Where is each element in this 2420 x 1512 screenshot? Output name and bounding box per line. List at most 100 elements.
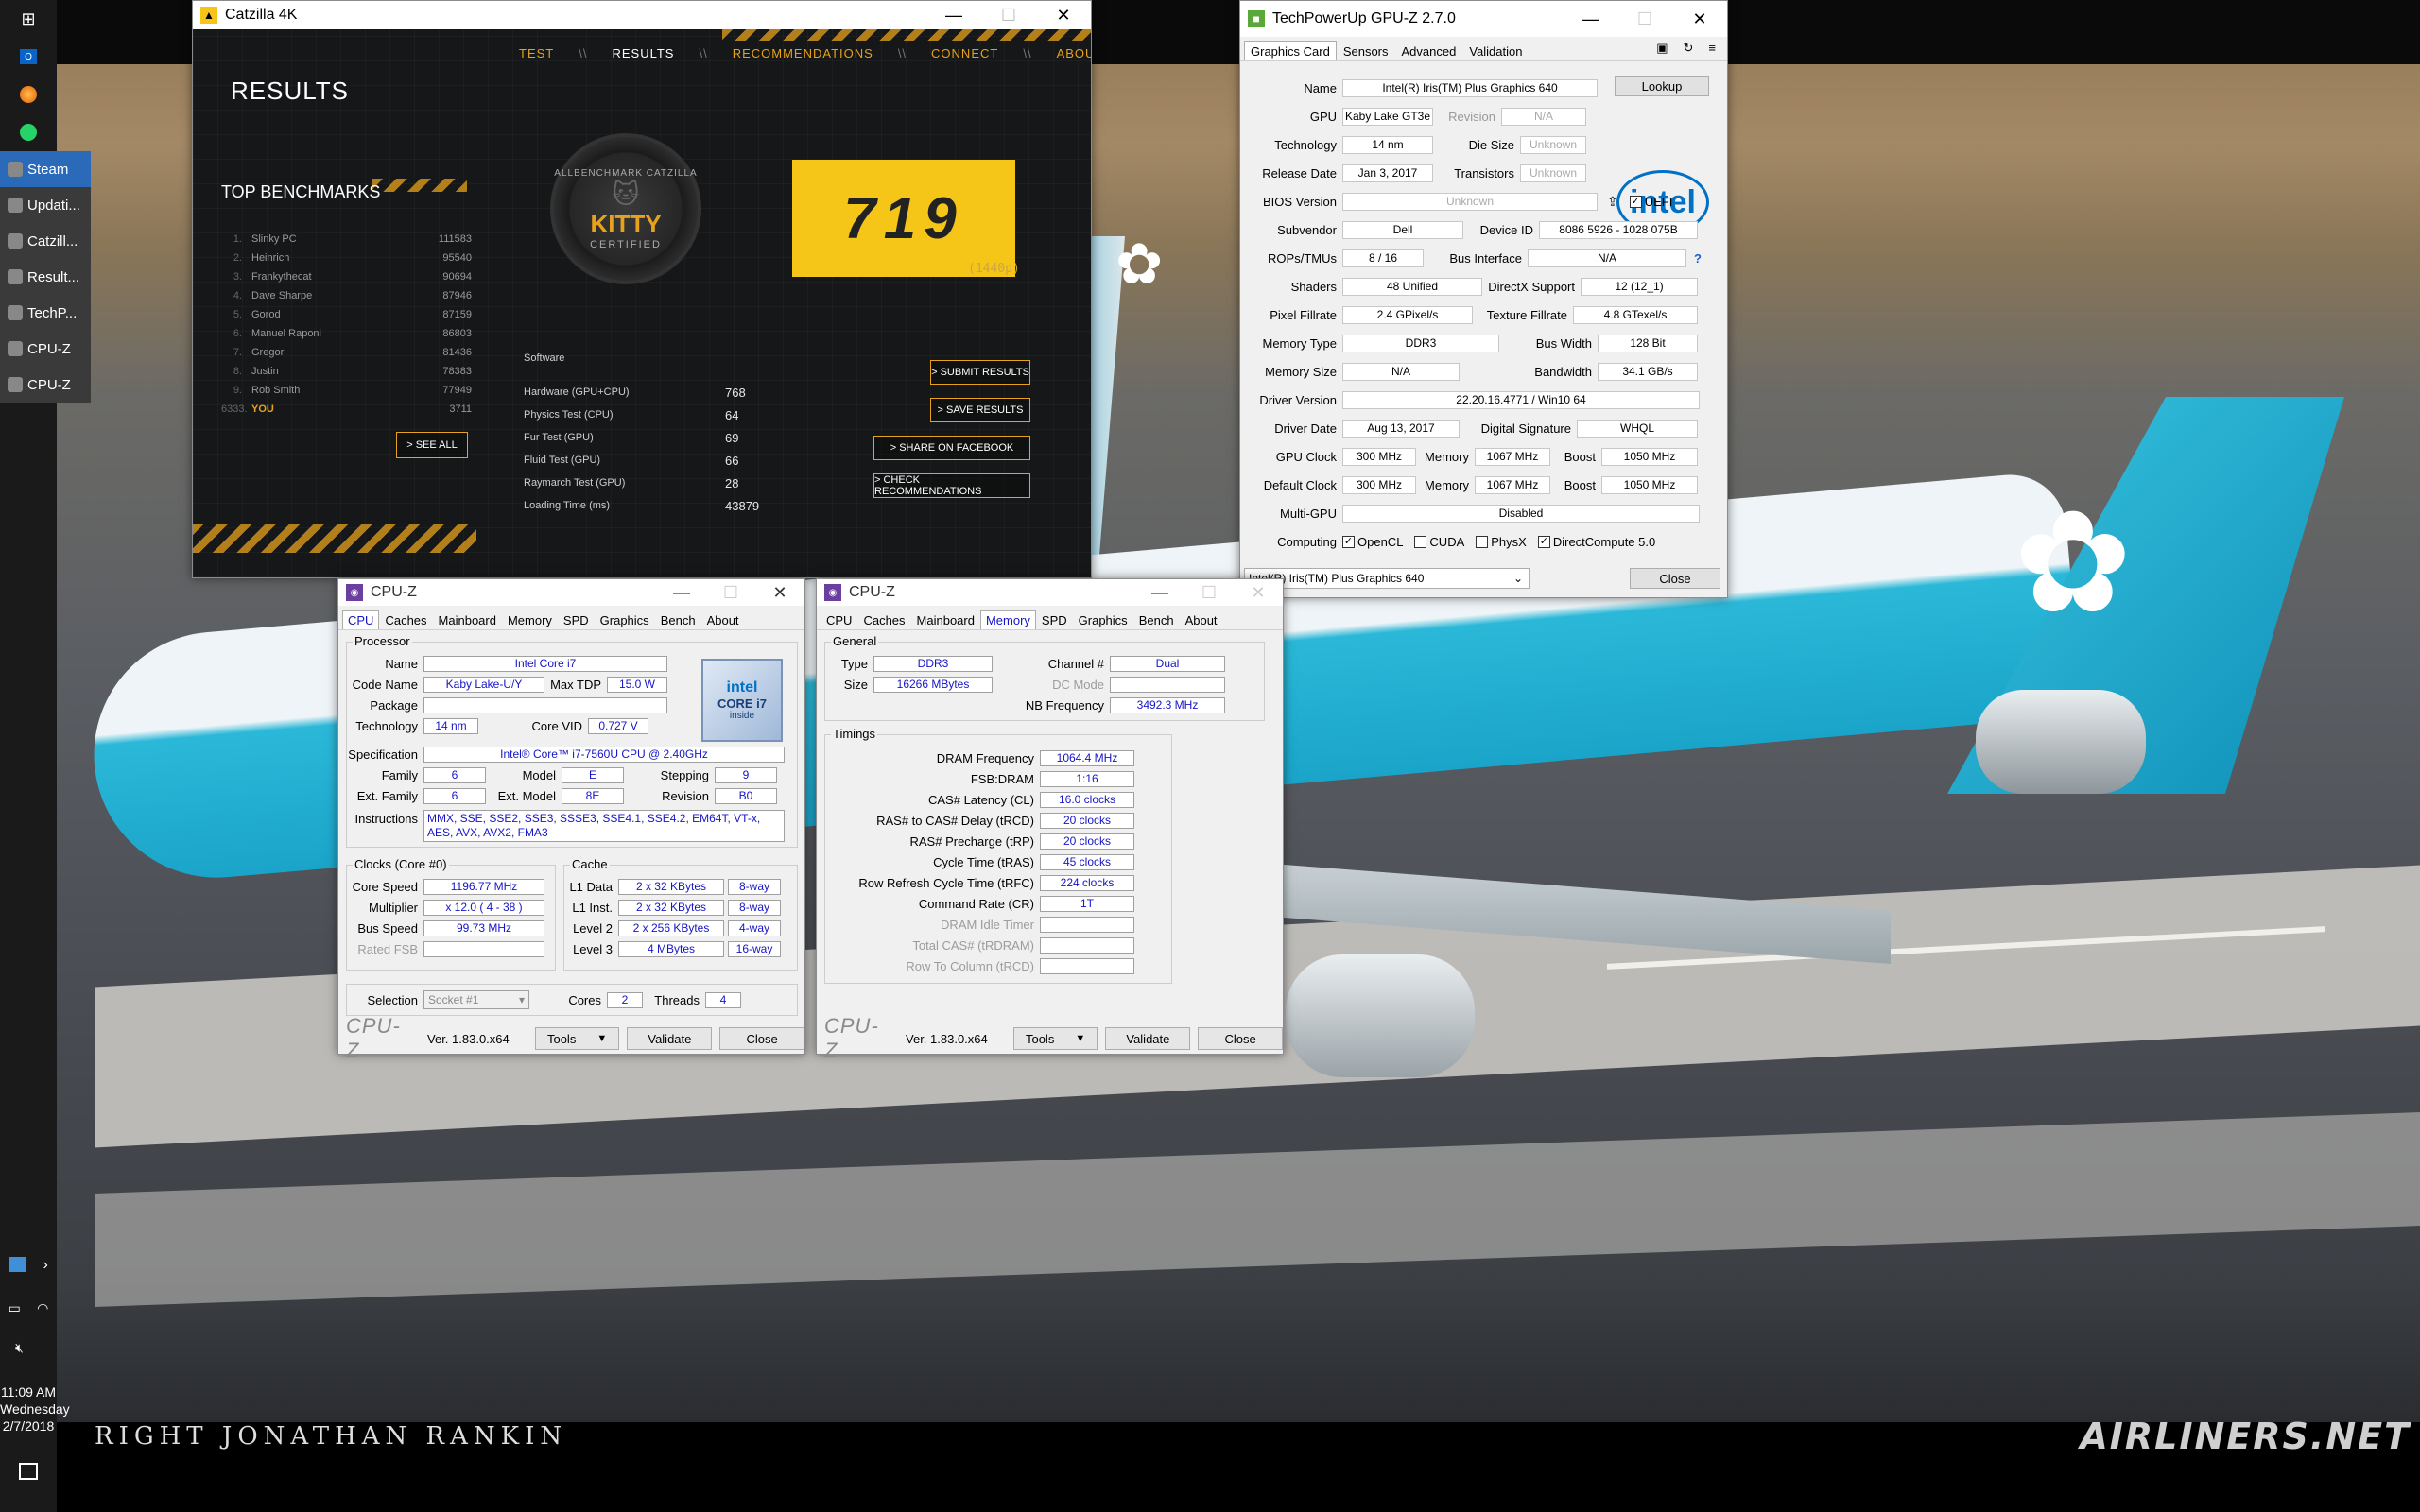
share-facebook-button[interactable]: > SHARE ON FACEBOOK bbox=[873, 436, 1030, 460]
tab-advanced[interactable]: Advanced bbox=[1395, 41, 1463, 60]
compute-checkbox: ✓ bbox=[1537, 535, 1550, 548]
benchmark-score: 87159 bbox=[442, 309, 472, 320]
start-button[interactable]: ⊞ bbox=[0, 0, 57, 38]
default-memory-clock-label: Memory bbox=[1425, 477, 1469, 492]
gpuz-close-button[interactable]: Close bbox=[1630, 568, 1720, 589]
volume-mute-icon[interactable]: 🔇︎ bbox=[15, 1340, 24, 1356]
minimize-icon[interactable]: — bbox=[657, 579, 706, 606]
catzilla-titlebar[interactable]: ▲ Catzilla 4K — ☐ ✕ bbox=[193, 1, 1091, 29]
taskbar-app[interactable]: TechP... bbox=[0, 295, 91, 331]
tab-spd[interactable]: SPD bbox=[558, 610, 595, 629]
tab-sensors[interactable]: Sensors bbox=[1337, 41, 1395, 60]
tab-spd[interactable]: SPD bbox=[1036, 610, 1073, 629]
lookup-button[interactable]: Lookup bbox=[1615, 76, 1709, 96]
close-icon[interactable]: ✕ bbox=[1036, 1, 1091, 29]
wifi-icon[interactable]: ◠ bbox=[37, 1300, 48, 1316]
ext-model-value: 8E bbox=[562, 787, 624, 804]
cpuz-memory-window: ◉ CPU-Z — ☐ ✕ CPU Caches Mainboard Memory SPD G… bbox=[816, 578, 1284, 1062]
whatsapp-pin[interactable] bbox=[0, 113, 57, 151]
tab-caches[interactable]: Caches bbox=[857, 610, 910, 629]
tab-memory[interactable]: Memory bbox=[502, 610, 558, 629]
maximize-icon[interactable]: ☐ bbox=[1617, 1, 1672, 37]
compute-option[interactable]: CUDA bbox=[1414, 535, 1464, 549]
tab-caches[interactable]: Caches bbox=[379, 610, 432, 629]
see-all-button[interactable]: > SEE ALL bbox=[396, 432, 468, 458]
taskbar-app[interactable]: CPU-Z bbox=[0, 367, 91, 403]
battery-icon[interactable]: ▭ bbox=[9, 1300, 21, 1316]
maximize-icon[interactable]: ☐ bbox=[706, 579, 755, 606]
submit-results-button[interactable]: > SUBMIT RESULTS bbox=[930, 360, 1030, 385]
compute-label: OpenCL bbox=[1357, 534, 1404, 549]
tab-graphics[interactable]: Graphics bbox=[595, 610, 655, 629]
close-icon[interactable]: ✕ bbox=[755, 579, 804, 606]
maximize-icon[interactable]: ☐ bbox=[981, 1, 1036, 29]
network-status-icon[interactable] bbox=[9, 1257, 26, 1272]
tools-button[interactable]: Tools ▼ bbox=[534, 1027, 620, 1050]
tab-memory[interactable]: Memory bbox=[979, 610, 1036, 629]
validate-button[interactable]: Validate bbox=[1105, 1027, 1191, 1050]
check-recommendations-button[interactable]: > CHECK RECOMMENDATIONS bbox=[873, 473, 1030, 498]
taskbar-app[interactable]: Steam bbox=[0, 151, 91, 187]
refresh-icon[interactable]: ↻ bbox=[1684, 41, 1694, 60]
save-results-button[interactable]: > SAVE RESULTS bbox=[930, 398, 1030, 422]
tab-mainboard[interactable]: Mainboard bbox=[911, 610, 980, 629]
cpuz-titlebar[interactable]: ◉ CPU-Z — ☐ ✕ bbox=[338, 579, 804, 606]
tab-validation[interactable]: Validation bbox=[1462, 41, 1529, 60]
tab-bench[interactable]: Bench bbox=[1133, 610, 1180, 629]
action-center-icon[interactable] bbox=[19, 1463, 38, 1480]
close-icon[interactable]: ✕ bbox=[1672, 1, 1727, 37]
nav-connect[interactable]: CONNECT bbox=[931, 46, 998, 60]
firefox-pin[interactable] bbox=[0, 76, 57, 113]
minimize-icon[interactable]: — bbox=[1135, 579, 1184, 606]
tab-graphics[interactable]: Graphics bbox=[1073, 610, 1133, 629]
chevron-down-icon: ▼ bbox=[1075, 1033, 1086, 1044]
close-button[interactable]: Close bbox=[719, 1027, 805, 1050]
tab-mainboard[interactable]: Mainboard bbox=[433, 610, 502, 629]
tab-about[interactable]: About bbox=[701, 610, 745, 629]
taskbar-app[interactable]: CPU-Z bbox=[0, 331, 91, 367]
nav-recommendations[interactable]: RECOMMENDATIONS bbox=[733, 46, 873, 60]
tab-cpu[interactable]: CPU bbox=[342, 610, 380, 629]
bus-help-icon[interactable]: ? bbox=[1694, 251, 1702, 266]
socket-select[interactable]: Socket #1 ▾ bbox=[424, 990, 529, 1009]
close-icon[interactable]: ✕ bbox=[1234, 579, 1283, 606]
camera-icon[interactable]: ▣ bbox=[1656, 41, 1668, 60]
socket-select-value: Socket #1 bbox=[428, 993, 479, 1006]
benchmark-score: 81436 bbox=[442, 347, 472, 358]
minimize-icon[interactable]: — bbox=[1563, 1, 1617, 37]
tab-about[interactable]: About bbox=[1180, 610, 1223, 629]
uefi-checkbox: ✓ bbox=[1629, 195, 1642, 208]
shaders-label: Shaders bbox=[1290, 279, 1337, 294]
gpu-select[interactable]: Intel(R) Iris(TM) Plus Graphics 640 ⌄ bbox=[1244, 568, 1530, 589]
tab-bench[interactable]: Bench bbox=[655, 610, 701, 629]
tab-cpu[interactable]: CPU bbox=[821, 610, 857, 629]
digital-signature-value: WHQL bbox=[1577, 419, 1698, 438]
compute-option[interactable]: PhysX bbox=[1476, 535, 1527, 549]
max-tdp-value: 15.0 W bbox=[607, 676, 667, 693]
tab-graphics-card[interactable]: Graphics Card bbox=[1244, 41, 1337, 60]
tools-button[interactable]: Tools ▼ bbox=[1012, 1027, 1098, 1050]
nav-test[interactable]: TEST bbox=[519, 46, 554, 60]
nav-about[interactable]: ABOUT bbox=[1057, 46, 1091, 60]
score-value: 28 bbox=[725, 475, 739, 490]
nav-results[interactable]: RESULTS bbox=[612, 46, 674, 60]
technology-value: 14 nm bbox=[1342, 135, 1433, 154]
compute-option[interactable]: ✓ DirectCompute 5.0 bbox=[1537, 535, 1655, 549]
clock[interactable]: 11:09 AM Wednesday 2/7/2018 bbox=[0, 1383, 70, 1435]
taskbar-app[interactable]: Updati... bbox=[0, 187, 91, 223]
validate-button[interactable]: Validate bbox=[627, 1027, 713, 1050]
minimize-icon[interactable]: — bbox=[926, 1, 981, 29]
timing-value: 1:16 bbox=[1040, 770, 1134, 787]
taskbar-app[interactable]: Catzill... bbox=[0, 223, 91, 259]
taskbar-app-label: CPU-Z bbox=[27, 340, 71, 357]
menu-icon[interactable]: ≡ bbox=[1708, 41, 1716, 60]
share-icon[interactable]: ⇪ bbox=[1607, 194, 1618, 210]
maximize-icon[interactable]: ☐ bbox=[1184, 579, 1234, 606]
chevron-right-icon[interactable]: › bbox=[43, 1257, 47, 1274]
taskbar-app[interactable]: Result... bbox=[0, 259, 91, 295]
outlook-pin[interactable]: O bbox=[0, 38, 57, 76]
gpuz-titlebar[interactable]: ■ TechPowerUp GPU-Z 2.7.0 — ☐ ✕ bbox=[1240, 1, 1727, 37]
compute-option[interactable]: ✓ OpenCL bbox=[1342, 535, 1403, 549]
close-button[interactable]: Close bbox=[1198, 1027, 1284, 1050]
cpuz-titlebar[interactable]: ◉ CPU-Z — ☐ ✕ bbox=[817, 579, 1283, 606]
